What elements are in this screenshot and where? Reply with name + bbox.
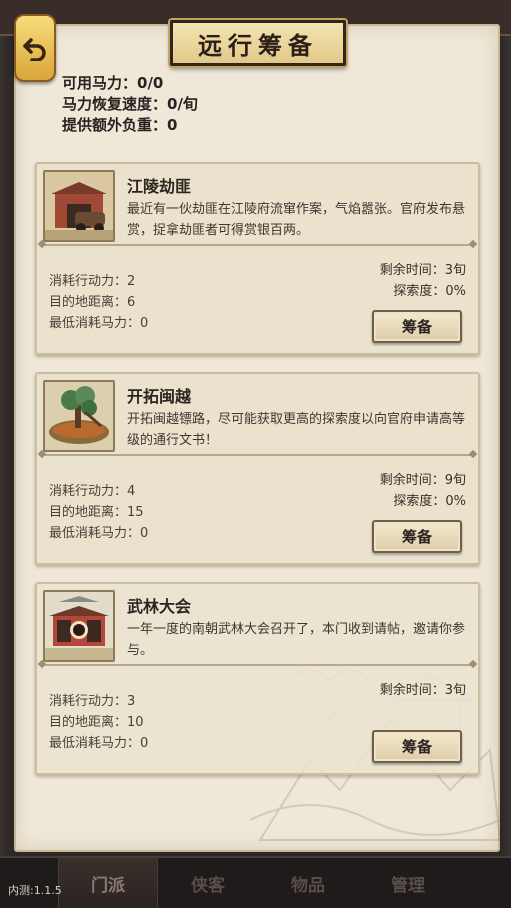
mission-card-jiangling-bandits: 江陵劫匪 最近有一伙劫匪在江陵府流窜作案，气焰嚣张。官府发布悬赏，捉拿劫匪者可得… <box>35 162 480 355</box>
mission-thumbnail-gate <box>43 170 115 242</box>
mission-thumbnail-pavilion <box>43 590 115 662</box>
page-title: 远行筹备 <box>198 30 318 60</box>
back-button[interactable] <box>14 14 56 82</box>
mission-description: 开拓闽越镖路，尽可能获取更高的探索度以向官府申请高等级的通行文书！ <box>127 412 466 448</box>
tab-management[interactable]: 管理 <box>358 858 458 908</box>
card-divider <box>41 454 474 456</box>
mission-description: 最近有一伙劫匪在江陵府流窜作案，气焰嚣张。官府发布悬赏，捉拿劫匪者可得赏银百两。 <box>127 202 466 238</box>
mission-status: 剩余时间：3旬 <box>380 680 466 701</box>
mission-name: 武林大会 <box>127 597 192 616</box>
version-label: 内测:1.1.5 <box>8 884 62 897</box>
remaining-time: 剩余时间：3旬 <box>379 263 466 278</box>
prepare-button[interactable]: 筹备 <box>372 730 462 763</box>
mission-requirements: 消耗行动力：2 目的地距离：6 最低消耗马力：0 <box>49 271 148 334</box>
tab-sect[interactable]: 门派 <box>58 858 158 908</box>
destination-distance: 目的地距离：15 <box>49 505 144 520</box>
mission-card-martial-conference: 武林大会 一年一度的南朝武林大会召开了，本门收到请帖，邀请你参与。 剩余时间：3… <box>35 582 480 775</box>
horse-power-stats: 可用马力：0/0 马力恢复速度：0/旬 提供额外负重：0 <box>62 73 198 136</box>
power-recovery-speed: 马力恢复速度：0/旬 <box>62 95 198 113</box>
mission-status: 剩余时间：3旬 探索度：0% <box>380 260 466 302</box>
destination-distance: 目的地距离：10 <box>49 715 144 730</box>
min-power-cost: 最低消耗马力：0 <box>49 526 149 541</box>
min-power-cost: 最低消耗马力：0 <box>49 316 149 331</box>
action-cost: 消耗行动力：3 <box>49 694 136 709</box>
min-power-cost: 最低消耗马力：0 <box>49 736 149 751</box>
mission-thumbnail-tree <box>43 380 115 452</box>
action-cost: 消耗行动力：2 <box>49 274 136 289</box>
mission-requirements: 消耗行动力：4 目的地距离：15 最低消耗马力：0 <box>49 481 148 544</box>
mission-name: 开拓闽越 <box>127 387 192 406</box>
mission-description: 一年一度的南朝武林大会召开了，本门收到请帖，邀请你参与。 <box>127 622 466 658</box>
remaining-time: 剩余时间：9旬 <box>379 473 466 488</box>
tab-heroes[interactable]: 侠客 <box>158 858 258 908</box>
remaining-time: 剩余时间：3旬 <box>379 683 466 698</box>
tab-items[interactable]: 物品 <box>258 858 358 908</box>
exploration-degree: 探索度：0% <box>393 494 466 509</box>
available-power: 可用马力：0/0 <box>62 74 164 92</box>
card-divider <box>41 244 474 246</box>
mission-status: 剩余时间：9旬 探索度：0% <box>380 470 466 512</box>
prepare-button[interactable]: 筹备 <box>372 520 462 553</box>
mission-name: 江陵劫匪 <box>127 177 192 196</box>
mission-requirements: 消耗行动力：3 目的地距离：10 最低消耗马力：0 <box>49 691 148 754</box>
destination-distance: 目的地距离：6 <box>49 295 136 310</box>
extra-load: 提供额外负重：0 <box>62 116 178 134</box>
page-title-plaque: 远行筹备 <box>170 20 346 66</box>
prepare-button[interactable]: 筹备 <box>372 310 462 343</box>
mission-card-minyue: 开拓闽越 开拓闽越镖路，尽可能获取更高的探索度以向官府申请高等级的通行文书！ 剩… <box>35 372 480 565</box>
exploration-degree: 探索度：0% <box>393 284 466 299</box>
card-divider <box>41 664 474 666</box>
back-arrow-icon <box>23 38 46 61</box>
action-cost: 消耗行动力：4 <box>49 484 136 499</box>
